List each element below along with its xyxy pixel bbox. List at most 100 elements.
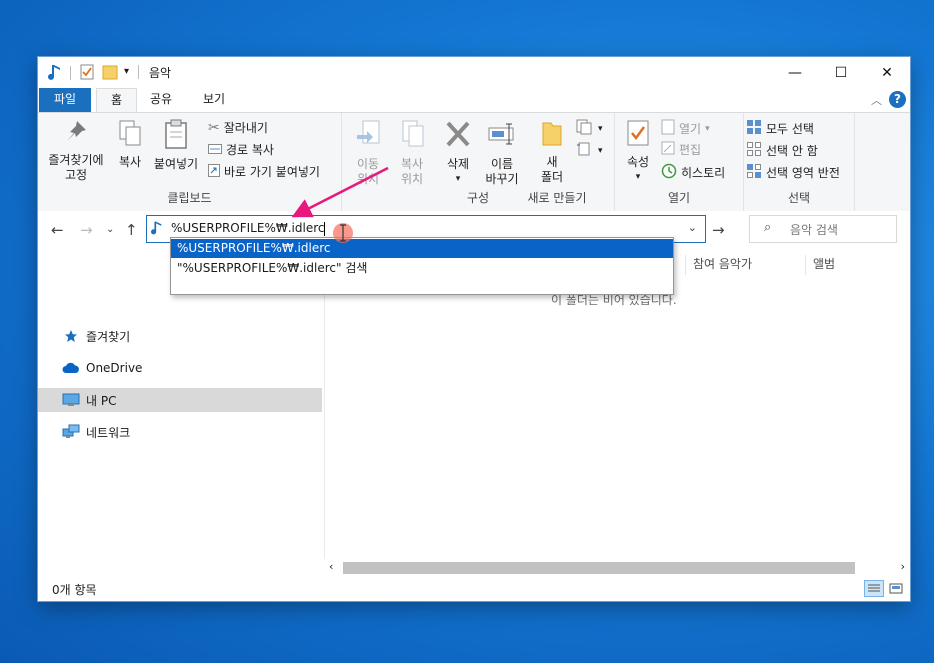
select-all-label: 모두 선택 bbox=[766, 122, 814, 136]
new-group: 새 폴더 ▾ ▾ 새로 만들기 bbox=[527, 113, 615, 211]
close-button[interactable]: ✕ bbox=[864, 57, 910, 88]
column-divider bbox=[805, 255, 806, 275]
copy-label: 복사 bbox=[118, 155, 142, 169]
window-title: 음악 bbox=[149, 66, 172, 80]
copy-path-button[interactable]: 경로 복사 bbox=[208, 141, 274, 158]
music-folder-icon bbox=[151, 220, 163, 240]
quick-access-dropdown-icon[interactable]: ▾ bbox=[124, 66, 129, 77]
collapse-ribbon-icon[interactable]: ︿ bbox=[871, 92, 882, 108]
scroll-left-icon[interactable]: ‹ bbox=[329, 560, 333, 573]
copy-to-label-2: 위치 bbox=[400, 172, 424, 186]
new-item-button[interactable]: ▾ bbox=[576, 119, 603, 138]
cloud-icon bbox=[62, 362, 80, 374]
title-bar: ▾ 음악 — ☐ ✕ bbox=[38, 57, 910, 88]
select-all-button[interactable]: 모두 선택 bbox=[746, 119, 814, 138]
move-to-button[interactable]: 이동 위치 bbox=[348, 119, 388, 187]
open-icon bbox=[661, 119, 675, 138]
status-bar: 0개 항목 bbox=[38, 578, 910, 600]
properties-quick-icon[interactable] bbox=[80, 64, 94, 83]
invert-selection-label: 선택 영역 반전 bbox=[766, 166, 840, 180]
search-box[interactable]: ⌕ 음악 검색 bbox=[749, 215, 897, 243]
edit-label: 편집 bbox=[679, 143, 702, 157]
star-icon bbox=[62, 329, 80, 343]
go-arrow-icon[interactable]: → bbox=[712, 221, 725, 239]
select-all-icon bbox=[746, 119, 762, 138]
nav-label: 네트워크 bbox=[86, 425, 131, 440]
move-label-1: 이동 bbox=[356, 157, 380, 171]
new-folder-button[interactable]: 새 폴더 bbox=[536, 119, 568, 185]
delete-button[interactable]: 삭제 ▾ bbox=[440, 119, 476, 187]
easy-access-icon bbox=[576, 141, 594, 160]
tab-view[interactable]: 보기 bbox=[189, 88, 239, 112]
column-divider bbox=[685, 255, 686, 275]
tab-share[interactable]: 공유 bbox=[136, 88, 186, 112]
new-folder-label-2: 폴더 bbox=[540, 170, 564, 184]
up-arrow-icon[interactable]: ↑ bbox=[125, 221, 138, 239]
easy-access-button[interactable]: ▾ bbox=[576, 141, 603, 160]
horizontal-scrollbar[interactable]: ‹ › bbox=[324, 559, 910, 577]
file-list: 참여 음악가 앨범 이 폴더는 비어 있습니다. bbox=[324, 249, 911, 569]
address-input[interactable]: %USERPROFILE%₩.idlerc bbox=[171, 221, 326, 236]
copy-path-icon bbox=[208, 143, 222, 157]
pin-to-quick-access-button[interactable]: 즐겨찾기에 고정 bbox=[44, 119, 108, 183]
address-dropdown-icon[interactable]: ⌄ bbox=[688, 221, 697, 234]
minimize-button[interactable]: — bbox=[772, 57, 818, 88]
autocomplete-item-search[interactable]: "%USERPROFILE%₩.idlerc" 검색 bbox=[171, 259, 673, 278]
delete-dropdown-icon[interactable]: ▾ bbox=[440, 172, 476, 187]
tab-home[interactable]: 홈 bbox=[96, 88, 138, 113]
paste-shortcut-button[interactable]: 바로 가기 붙여넣기 bbox=[208, 163, 320, 180]
item-count: 0개 항목 bbox=[52, 583, 97, 597]
properties-button[interactable]: 속성 ▾ bbox=[619, 119, 657, 185]
large-icons-view-icon[interactable] bbox=[886, 580, 906, 597]
details-view-icon[interactable] bbox=[864, 580, 884, 597]
nav-item-onedrive[interactable]: OneDrive bbox=[38, 356, 322, 380]
search-icon: ⌕ bbox=[764, 220, 772, 235]
recent-locations-icon[interactable]: ⌄ bbox=[106, 224, 114, 235]
select-group: 모두 선택 선택 안 함 선택 영역 반전 선택 bbox=[744, 113, 855, 211]
autocomplete-item-path[interactable]: %USERPROFILE%₩.idlerc bbox=[171, 239, 673, 258]
rename-label-2: 바꾸기 bbox=[485, 172, 519, 186]
tab-file[interactable]: 파일 bbox=[39, 88, 92, 112]
paste-shortcut-label: 바로 가기 붙여넣기 bbox=[224, 165, 320, 179]
ribbon: 즐겨찾기에 고정 복사 붙여넣기 ✂ 잘라내기 경로 복사 바로 가기 붙여넣기… bbox=[38, 112, 910, 212]
nav-label: 내 PC bbox=[86, 393, 117, 408]
copy-to-button[interactable]: 복사 위치 bbox=[392, 119, 432, 187]
edit-button[interactable]: 편집 bbox=[661, 141, 701, 158]
history-icon bbox=[661, 163, 677, 182]
history-button[interactable]: 히스토리 bbox=[661, 163, 725, 182]
cut-button[interactable]: ✂ 잘라내기 bbox=[208, 119, 268, 136]
new-group-label: 새로 만들기 bbox=[527, 191, 587, 205]
navigation-pane: 즐겨찾기 OneDrive 내 PC 네트워크 bbox=[38, 249, 324, 579]
paste-button[interactable]: 붙여넣기 bbox=[150, 119, 202, 172]
new-folder-label-1: 새 bbox=[546, 155, 558, 169]
select-none-button[interactable]: 선택 안 함 bbox=[746, 141, 818, 160]
scroll-right-icon[interactable]: › bbox=[901, 560, 905, 573]
rename-button[interactable]: 이름 바꾸기 bbox=[482, 119, 522, 187]
ribbon-tabs: 파일 홈 공유 보기 ︿ ? bbox=[38, 88, 910, 113]
back-arrow-icon[interactable]: ← bbox=[51, 221, 64, 239]
scrollbar-thumb[interactable] bbox=[343, 562, 855, 574]
copy-button[interactable]: 복사 bbox=[112, 119, 148, 170]
new-item-dropdown-icon: ▾ bbox=[598, 123, 603, 134]
maximize-button[interactable]: ☐ bbox=[818, 57, 864, 88]
copy-path-label: 경로 복사 bbox=[226, 143, 274, 157]
new-folder-quick-icon[interactable] bbox=[102, 64, 118, 83]
column-header-album[interactable]: 앨범 bbox=[813, 249, 835, 279]
copy-to-icon bbox=[392, 119, 432, 153]
paste-label: 붙여넣기 bbox=[153, 157, 199, 171]
rename-label-1: 이름 bbox=[490, 157, 514, 171]
help-icon[interactable]: ? bbox=[889, 91, 906, 108]
invert-selection-button[interactable]: 선택 영역 반전 bbox=[746, 163, 840, 182]
edit-icon bbox=[661, 141, 675, 158]
nav-item-network[interactable]: 네트워크 bbox=[38, 420, 322, 444]
column-header-artist[interactable]: 참여 음악가 bbox=[693, 249, 752, 279]
properties-dropdown-icon[interactable]: ▾ bbox=[619, 170, 657, 185]
pin-label-2: 고정 bbox=[64, 168, 88, 182]
forward-arrow-icon[interactable]: → bbox=[80, 221, 93, 239]
open-dropdown-icon: ▾ bbox=[705, 123, 710, 134]
nav-label: OneDrive bbox=[86, 361, 143, 375]
invert-selection-icon bbox=[746, 163, 762, 182]
open-button[interactable]: 열기 ▾ bbox=[661, 119, 710, 138]
nav-item-quick-access[interactable]: 즐겨찾기 bbox=[38, 324, 322, 348]
nav-item-this-pc[interactable]: 내 PC bbox=[38, 388, 322, 412]
